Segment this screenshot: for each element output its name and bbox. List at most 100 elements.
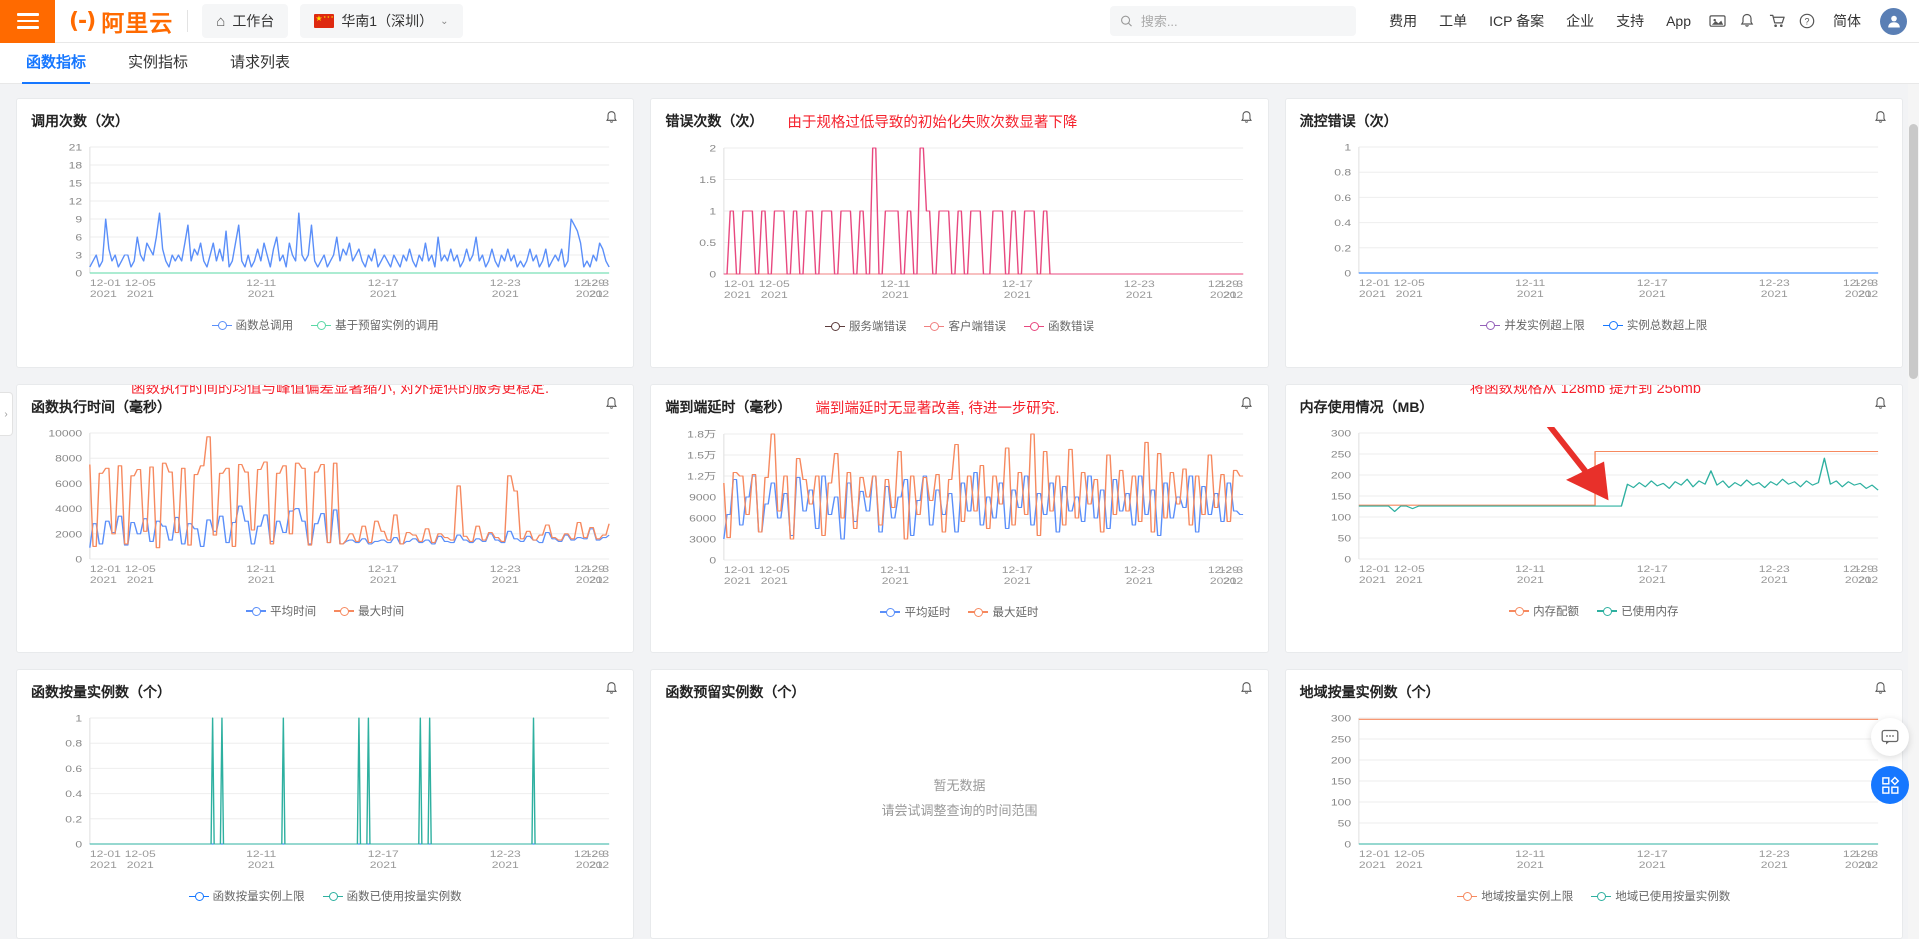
svg-text:12-11: 12-11: [880, 565, 910, 575]
svg-text:2021: 2021: [248, 860, 275, 870]
svg-text:1.8万: 1.8万: [687, 429, 716, 439]
svg-text:12-05: 12-05: [1393, 564, 1424, 574]
tab-instance-metrics[interactable]: 实例指标: [124, 51, 192, 83]
svg-text:100: 100: [1331, 798, 1351, 808]
alarm-bell-icon[interactable]: [1239, 110, 1254, 129]
svg-text:1: 1: [710, 207, 717, 217]
svg-text:12-01: 12-01: [724, 565, 755, 575]
search-input[interactable]: [1140, 13, 1347, 29]
nav-link-app[interactable]: App: [1666, 13, 1691, 29]
avatar[interactable]: [1880, 7, 1907, 35]
cart-icon[interactable]: [1762, 6, 1792, 36]
alarm-bell-icon[interactable]: [1239, 396, 1254, 415]
nav-link-tickets[interactable]: 工单: [1439, 11, 1467, 31]
svg-text:12: 12: [69, 197, 83, 207]
alarm-bell-icon[interactable]: [1873, 396, 1888, 415]
nav-link-fees[interactable]: 费用: [1389, 11, 1417, 31]
screen-icon[interactable]: [1702, 6, 1732, 36]
svg-text:2021: 2021: [1638, 860, 1665, 870]
alarm-bell-icon[interactable]: [604, 110, 619, 129]
chart-plot: 0 3 6 9 12 15 18 21 12-01 2021 12-05 2021 12-11 2021 1…: [31, 141, 619, 300]
chevron-down-icon: ⌄: [440, 15, 449, 27]
language-selector[interactable]: 简体: [1833, 11, 1861, 31]
alarm-bell-icon[interactable]: [604, 681, 619, 700]
svg-text:2021: 2021: [492, 575, 519, 585]
tab-request-list[interactable]: 请求列表: [226, 51, 294, 83]
nav-link-enterprise[interactable]: 企业: [1566, 11, 1594, 31]
chart-card-function-provisioned-instances: 函数预留实例数（个） 暂无数据请尝试调整查询的时间范围: [650, 669, 1269, 939]
bell-icon[interactable]: [1732, 6, 1762, 36]
sidebar-expand-handle[interactable]: ›: [0, 392, 13, 436]
svg-text:12-3: 12-3: [585, 564, 609, 574]
svg-text:10000: 10000: [48, 428, 82, 438]
hamburger-icon[interactable]: [0, 0, 55, 43]
svg-text:2021: 2021: [1004, 576, 1031, 586]
chart-annotation: 由于规格过低导致的初始化失败次数显著下降: [787, 115, 1078, 131]
chart-card-function-duration: 函数执行时间（毫秒） 函数执行时间的均值与峰值偏差显著缩小, 对外提供的服务更稳定…: [16, 383, 635, 654]
svg-text:0: 0: [1344, 840, 1351, 850]
region-selector[interactable]: 华南1（深圳） ⌄: [300, 4, 463, 38]
svg-text:12-01: 12-01: [90, 564, 121, 574]
svg-text:2021: 2021: [370, 289, 397, 299]
svg-text:3: 3: [75, 251, 82, 261]
svg-text:0: 0: [1344, 269, 1351, 279]
nav-link-icp[interactable]: ICP 备案: [1489, 11, 1544, 31]
alarm-bell-icon[interactable]: [1873, 681, 1888, 700]
svg-text:2021: 2021: [1760, 860, 1787, 870]
svg-text:50: 50: [1337, 819, 1351, 829]
svg-text:2021: 2021: [127, 860, 154, 870]
apps-grid-icon[interactable]: [1871, 766, 1909, 804]
chart-plot: 0 2000 4000 6000 8000 10000 12-01 2021 12-05 2021…: [31, 427, 619, 585]
svg-text:150: 150: [1331, 777, 1351, 787]
legend-marker-icon: [1480, 320, 1501, 330]
search-box[interactable]: [1110, 6, 1357, 36]
svg-text:12-05: 12-05: [1393, 278, 1424, 288]
chart-title: 调用次数（次）: [31, 113, 129, 129]
empty-title: 暂无数据: [933, 778, 986, 794]
svg-text:12-23: 12-23: [490, 849, 521, 859]
legend-marker-icon: [1602, 320, 1623, 330]
chart-plot: 0 50 100 150 200 250 300 12-01 2021 12-05 2021 12-1…: [1300, 426, 1888, 585]
svg-text:12-05: 12-05: [125, 278, 156, 288]
svg-text:12-23: 12-23: [490, 564, 521, 574]
svg-text:12-11: 12-11: [246, 849, 276, 859]
svg-text:12-3: 12-3: [1219, 565, 1243, 575]
card-header: 函数按量实例数（个）: [31, 682, 619, 702]
nav-link-support[interactable]: 支持: [1616, 11, 1644, 31]
svg-text:2021: 2021: [1760, 575, 1787, 585]
svg-text:2021: 2021: [90, 575, 117, 585]
feedback-icon[interactable]: [1871, 718, 1909, 756]
legend-marker-icon: [322, 891, 343, 902]
svg-text:12-11: 12-11: [1515, 278, 1545, 288]
svg-text:2021: 2021: [761, 290, 788, 300]
aliyun-logo[interactable]: (-) 阿里云: [69, 4, 173, 38]
svg-text:0.6: 0.6: [65, 764, 82, 774]
help-icon[interactable]: ?: [1792, 6, 1822, 36]
legend-marker-icon: [1023, 321, 1044, 331]
card-header: 错误次数（次） 由于规格过低导致的初始化失败次数显著下降: [665, 111, 1253, 132]
svg-text:1.2万: 1.2万: [687, 471, 716, 481]
chart-annotation: 将函数规格从 128mb 提升到 256mb: [1469, 383, 1701, 397]
workbench-button[interactable]: ⌂ 工作台: [202, 4, 289, 38]
alarm-bell-icon[interactable]: [1873, 110, 1888, 129]
svg-text:12-23: 12-23: [1124, 279, 1155, 289]
svg-text:2021: 2021: [127, 289, 154, 299]
empty-hint: 请尝试调整查询的时间范围: [881, 803, 1038, 819]
svg-text:12-3: 12-3: [585, 849, 609, 859]
page-scrollbar[interactable]: [1908, 84, 1919, 939]
chart-card-memory-usage: 内存使用情况（MB） 将函数规格从 128mb 提升到 256mb 0 50 100 15…: [1284, 383, 1903, 654]
svg-text:2021: 2021: [90, 289, 117, 299]
alarm-bell-icon[interactable]: [1239, 681, 1254, 700]
tab-function-metrics[interactable]: 函数指标: [22, 51, 91, 84]
metrics-board: 调用次数（次） 0 3 6 9 12 15 18 21 12-01 2021 12-05 2021 12-…: [0, 84, 1919, 939]
card-header: 内存使用情况（MB） 将函数规格从 128mb 提升到 256mb: [1300, 385, 1888, 417]
chart-title: 端到端延时（毫秒）: [665, 398, 792, 415]
svg-text:12-11: 12-11: [1515, 849, 1545, 859]
scrollbar-thumb[interactable]: [1909, 124, 1918, 379]
legend-marker-icon: [824, 321, 845, 331]
svg-text:3000: 3000: [689, 534, 716, 544]
chart-card-errors: 错误次数（次） 由于规格过低导致的初始化失败次数显著下降 0 0.5 1 1.5 2 12-0…: [650, 98, 1269, 368]
alarm-bell-icon[interactable]: [604, 396, 619, 415]
svg-text:0.6: 0.6: [1334, 193, 1351, 203]
chart-title: 函数预留实例数（个）: [665, 684, 806, 701]
